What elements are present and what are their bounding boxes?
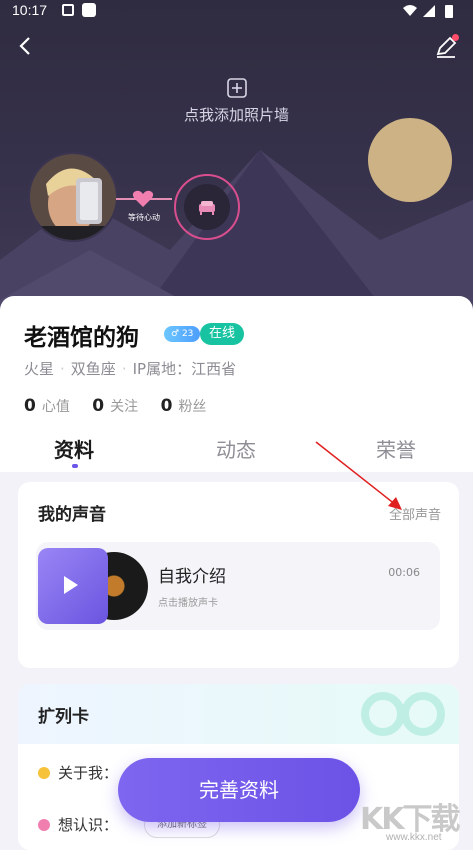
stat-label: 关注 xyxy=(110,399,139,415)
add-photo-wall-button[interactable]: 点我添加照片墙 xyxy=(0,78,473,125)
match-status-label: 等待心动 xyxy=(128,213,160,222)
voice-section: 我的声音 全部声音 自我介绍 点击播放声卡 00:06 xyxy=(18,482,459,668)
stat-label: 心值 xyxy=(41,399,70,415)
watermark-url: www.kkx.net xyxy=(386,832,442,843)
smile-icon xyxy=(38,767,50,779)
play-icon xyxy=(64,576,78,594)
profile-tabs: 资料 动态 荣誉 xyxy=(0,434,473,474)
meta-planet: 火星 xyxy=(24,360,55,378)
stat-value: 0 xyxy=(160,396,173,416)
notification-icon xyxy=(62,4,74,16)
meta-separator: · xyxy=(60,360,65,378)
stat-label: 粉丝 xyxy=(178,399,207,415)
heart-icon xyxy=(132,190,154,207)
profile-hero: 10:17 点我添加照片墙 等待心动 xyxy=(0,0,473,330)
about-me-row[interactable]: 关于我： xyxy=(38,762,118,783)
online-status-badge: 在线 xyxy=(200,323,245,345)
watermark: KK下载 www.kkx.net xyxy=(356,794,470,844)
partner-slot[interactable] xyxy=(174,174,240,240)
active-tab-indicator xyxy=(72,464,78,468)
app-icon xyxy=(82,3,96,17)
meta-separator: · xyxy=(121,360,127,378)
want-to-meet-row[interactable]: 想认识： xyxy=(38,814,118,835)
tab-moments[interactable]: 动态 xyxy=(216,434,256,463)
want-to-meet-label: 想认识： xyxy=(58,816,119,834)
profile-stats: 0 心值 0 关注 0 粉丝 xyxy=(24,396,224,416)
back-icon[interactable] xyxy=(14,34,38,58)
status-bar: 10:17 xyxy=(0,0,473,22)
edit-profile-button[interactable] xyxy=(433,34,459,60)
status-time: 10:17 xyxy=(12,2,48,18)
level-icon: ♂ xyxy=(171,329,180,339)
add-photo-icon xyxy=(226,78,247,98)
all-voices-link[interactable]: 全部声音 xyxy=(389,504,441,523)
decorative-pattern-icon xyxy=(361,692,445,736)
voice-cover xyxy=(38,548,108,624)
voice-section-title: 我的声音 xyxy=(38,505,106,525)
avatar[interactable] xyxy=(28,152,118,242)
voice-card-subtitle: 点击播放声卡 xyxy=(158,598,218,609)
level-value: 23 xyxy=(181,329,194,339)
voice-card[interactable]: 自我介绍 点击播放声卡 00:06 xyxy=(36,542,440,630)
stat-value: 0 xyxy=(92,396,105,416)
level-badge: ♂ 23 xyxy=(164,326,201,342)
profile-name: 老酒馆的狗 xyxy=(24,325,139,351)
about-me-label: 关于我： xyxy=(58,764,119,782)
voice-card-title: 自我介绍 xyxy=(158,567,226,587)
stat-value: 0 xyxy=(24,396,36,416)
add-photo-label: 点我添加照片墙 xyxy=(183,106,289,124)
meta-zodiac: 双鱼座 xyxy=(70,360,116,378)
stat-fans[interactable]: 0 粉丝 xyxy=(161,396,207,416)
stat-following[interactable]: 0 关注 xyxy=(92,396,138,416)
voice-duration: 00:06 xyxy=(388,566,420,579)
tab-honors[interactable]: 荣誉 xyxy=(376,434,416,463)
extend-card-title: 扩列卡 xyxy=(38,707,89,727)
sofa-icon xyxy=(199,201,215,215)
meta-ip-location: IP属地：江西省 xyxy=(132,360,237,378)
complete-profile-button[interactable]: 完善资料 xyxy=(118,758,360,822)
profile-meta: 火星 · 双鱼座 · IP属地：江西省 xyxy=(24,358,242,379)
edit-badge-dot xyxy=(452,34,459,41)
system-status-icons xyxy=(403,5,453,18)
heart-icon xyxy=(38,819,50,831)
extend-card-header: 扩列卡 xyxy=(18,684,459,744)
partner-slot-inner xyxy=(184,184,230,230)
stat-heart-value[interactable]: 0 心值 xyxy=(24,396,70,416)
match-status-link: 等待心动 xyxy=(116,190,172,230)
avatar-photo xyxy=(30,154,116,240)
tab-profile-info[interactable]: 资料 xyxy=(54,434,94,463)
